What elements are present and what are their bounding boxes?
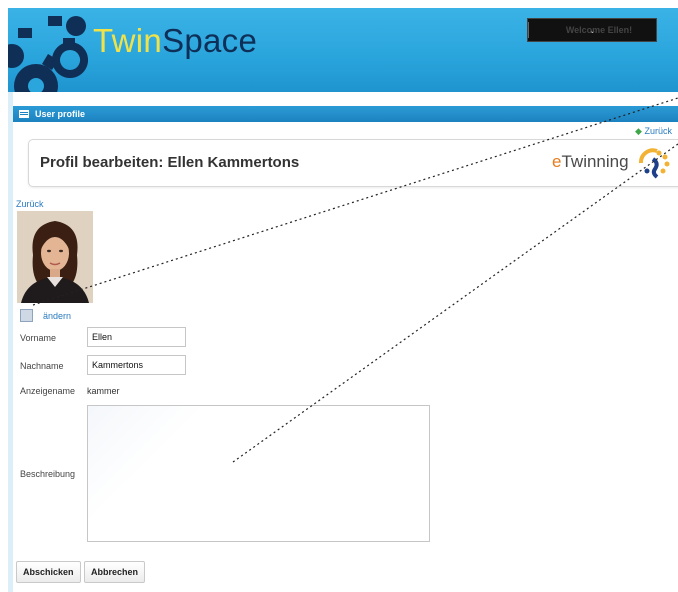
beschreibung-label: Beschreibung <box>20 469 76 479</box>
change-photo-link[interactable]: ändern <box>43 311 71 321</box>
annotation-line-1 <box>32 97 678 306</box>
top-back-link[interactable]: ◆ Zurück <box>635 126 672 137</box>
top-back-link-text: Zurück <box>644 126 672 136</box>
user-portrait-icon <box>17 211 93 303</box>
site-header: TwinSpace Welcome Ellen! ⌄ <box>8 8 678 92</box>
back-link[interactable]: Zurück <box>16 199 44 209</box>
etwinning-wordmark: eTwinning <box>552 152 629 172</box>
beschreibung-textarea[interactable] <box>87 405 430 542</box>
back-arrow-icon: ◆ <box>635 126 642 136</box>
brand-wordmark[interactable]: TwinSpace <box>93 22 257 60</box>
profile-photo <box>17 211 93 303</box>
profile-title-box: Profil bearbeiten: Ellen Kammertons eTwi… <box>28 139 678 187</box>
welcome-label: Welcome Ellen! <box>565 25 633 35</box>
etwinning-rest: Twinning <box>561 152 629 171</box>
submit-button[interactable]: Abschicken <box>16 561 81 583</box>
brand-twin: Twin <box>93 22 163 59</box>
brand-space: Space <box>162 22 258 59</box>
nachname-input[interactable] <box>87 355 186 375</box>
left-border-strip <box>8 92 13 592</box>
anzeigename-label: Anzeigename <box>20 386 76 396</box>
nachname-label: Nachname <box>20 361 64 371</box>
image-edit-icon[interactable] <box>20 309 33 322</box>
panel-title-bar: User profile <box>13 106 678 122</box>
page-title: Profil bearbeiten: Ellen Kammertons <box>40 154 300 171</box>
panel-icon <box>19 110 29 118</box>
gears-logo-icon <box>8 16 89 92</box>
etwinning-stars-icon <box>639 148 670 179</box>
welcome-menu-button[interactable]: Welcome Ellen! ⌄ <box>527 18 657 42</box>
panel-title: User profile <box>35 109 86 119</box>
vorname-input[interactable] <box>87 327 186 347</box>
anzeigename-value: kammer <box>87 386 120 396</box>
cancel-button[interactable]: Abbrechen <box>84 561 146 583</box>
vorname-label: Vorname <box>20 333 57 343</box>
